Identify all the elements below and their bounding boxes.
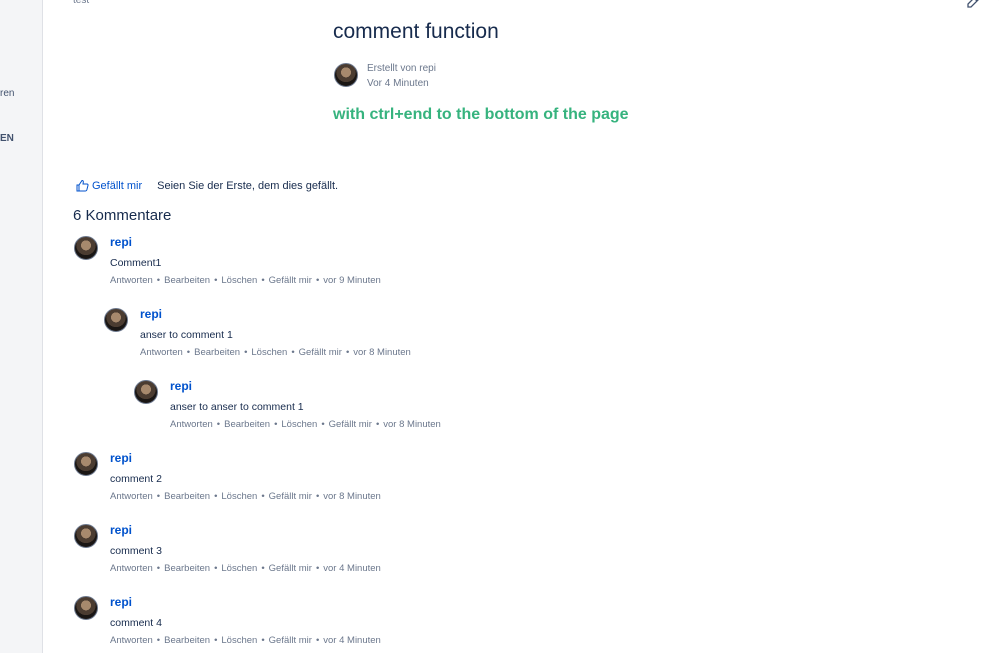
separator: •	[156, 563, 161, 574]
separator: •	[321, 419, 325, 430]
comment-time[interactable]: vor 8 Minuten	[383, 419, 441, 430]
comment-time[interactable]: vor 8 Minuten	[323, 491, 381, 502]
comment-actions: Antworten • Bearbeiten • Löschen • Gefällt mir…	[110, 491, 381, 502]
like-link[interactable]: Gefällt mir	[269, 563, 312, 574]
comments-heading: 6 Kommentare	[73, 207, 172, 224]
like-link[interactable]: Gefällt mir	[269, 635, 312, 646]
created-by: Erstellt von repi	[367, 63, 436, 74]
delete-link[interactable]: Löschen	[251, 347, 287, 358]
comment-body: comment 2	[110, 473, 162, 485]
like-button[interactable]: Gefällt mir	[76, 179, 142, 192]
edit-link[interactable]: Bearbeiten	[224, 419, 270, 430]
pencil-icon[interactable]	[965, 0, 981, 10]
separator: •	[214, 491, 218, 502]
separator: •	[375, 419, 380, 430]
comment-actions: Antworten • Bearbeiten • Löschen • Gefällt mir…	[140, 347, 411, 358]
page-byline: Erstellt von repi Vor 4 Minuten	[367, 61, 436, 91]
edit-link[interactable]: Bearbeiten	[194, 347, 240, 358]
avatar[interactable]	[74, 452, 98, 476]
delete-link[interactable]: Löschen	[221, 635, 257, 646]
separator: •	[186, 347, 191, 358]
separator: •	[156, 635, 161, 646]
separator: •	[214, 635, 218, 646]
avatar[interactable]	[104, 308, 128, 332]
like-button-label: Gefällt mir	[92, 179, 143, 192]
avatar[interactable]	[134, 380, 158, 404]
delete-link[interactable]: Löschen	[281, 419, 317, 430]
comment-time[interactable]: vor 9 Minuten	[323, 275, 381, 286]
comment-author[interactable]: repi	[110, 523, 132, 537]
comment-time[interactable]: vor 4 Minuten	[323, 635, 381, 646]
edit-link[interactable]: Bearbeiten	[164, 275, 210, 286]
avatar[interactable]	[334, 63, 358, 87]
separator: •	[345, 347, 350, 358]
comment-author[interactable]: repi	[140, 307, 162, 321]
separator: •	[244, 347, 248, 358]
comment-actions: Antworten • Bearbeiten • Löschen • Gefällt mir…	[110, 635, 381, 646]
delete-link[interactable]: Löschen	[221, 563, 257, 574]
page-title: comment function	[333, 20, 499, 43]
separator: •	[261, 635, 265, 646]
separator: •	[315, 563, 320, 574]
comment-author[interactable]: repi	[110, 235, 132, 249]
separator: •	[315, 635, 320, 646]
reply-link[interactable]: Antworten	[140, 347, 183, 358]
avatar[interactable]	[74, 524, 98, 548]
sidebar-item-2[interactable]: EN	[0, 133, 14, 144]
comment-author[interactable]: repi	[110, 451, 132, 465]
more-icon[interactable]	[991, 0, 999, 10]
like-link[interactable]: Gefällt mir	[269, 275, 312, 286]
thumbs-up-icon	[76, 179, 89, 192]
edit-link[interactable]: Bearbeiten	[164, 635, 210, 646]
comment-body: anser to comment 1	[140, 329, 233, 341]
reply-link[interactable]: Antworten	[170, 419, 213, 430]
comment-time[interactable]: vor 4 Minuten	[323, 563, 381, 574]
separator: •	[274, 419, 278, 430]
separator: •	[216, 419, 221, 430]
comment-time[interactable]: vor 8 Minuten	[353, 347, 411, 358]
comment-author[interactable]: repi	[170, 379, 192, 393]
separator: •	[156, 491, 161, 502]
delete-link[interactable]: Löschen	[221, 275, 257, 286]
comment-actions: Antworten • Bearbeiten • Löschen • Gefällt mir…	[110, 275, 381, 286]
reply-link[interactable]: Antworten	[110, 275, 153, 286]
separator: •	[214, 563, 218, 574]
comment-body: Comment1	[110, 257, 162, 269]
avatar[interactable]	[74, 236, 98, 260]
separator: •	[261, 563, 265, 574]
likes-text: Seien Sie der Erste, dem dies gefällt.	[157, 179, 339, 192]
avatar[interactable]	[74, 596, 98, 620]
sidebar-item-1[interactable]: ren	[0, 88, 14, 99]
like-link[interactable]: Gefällt mir	[329, 419, 372, 430]
separator: •	[315, 491, 320, 502]
comment-actions: Antworten • Bearbeiten • Löschen • Gefällt mir…	[110, 563, 381, 574]
breadcrumb[interactable]: test	[73, 0, 89, 6]
page-headline: with ctrl+end to the bottom of the page	[333, 106, 629, 123]
comment-actions: Antworten • Bearbeiten • Löschen • Gefällt mir…	[170, 419, 441, 430]
reply-link[interactable]: Antworten	[110, 563, 153, 574]
reply-link[interactable]: Antworten	[110, 635, 153, 646]
comment-author[interactable]: repi	[110, 595, 132, 609]
separator: •	[156, 275, 161, 286]
delete-link[interactable]: Löschen	[221, 491, 257, 502]
created-time: Vor 4 Minuten	[367, 78, 429, 89]
separator: •	[261, 275, 265, 286]
comment-body: comment 3	[110, 545, 162, 557]
like-link[interactable]: Gefällt mir	[299, 347, 342, 358]
like-link[interactable]: Gefällt mir	[269, 491, 312, 502]
edit-link[interactable]: Bearbeiten	[164, 491, 210, 502]
separator: •	[291, 347, 295, 358]
sidebar: ren EN	[0, 0, 43, 653]
separator: •	[214, 275, 218, 286]
separator: •	[261, 491, 265, 502]
reply-link[interactable]: Antworten	[110, 491, 153, 502]
like-row: Gefällt mir Seien Sie der Erste, dem die…	[76, 179, 338, 192]
edit-link[interactable]: Bearbeiten	[164, 563, 210, 574]
comment-body: comment 4	[110, 617, 162, 629]
separator: •	[315, 275, 320, 286]
comment-body: anser to anser to comment 1	[170, 401, 304, 413]
